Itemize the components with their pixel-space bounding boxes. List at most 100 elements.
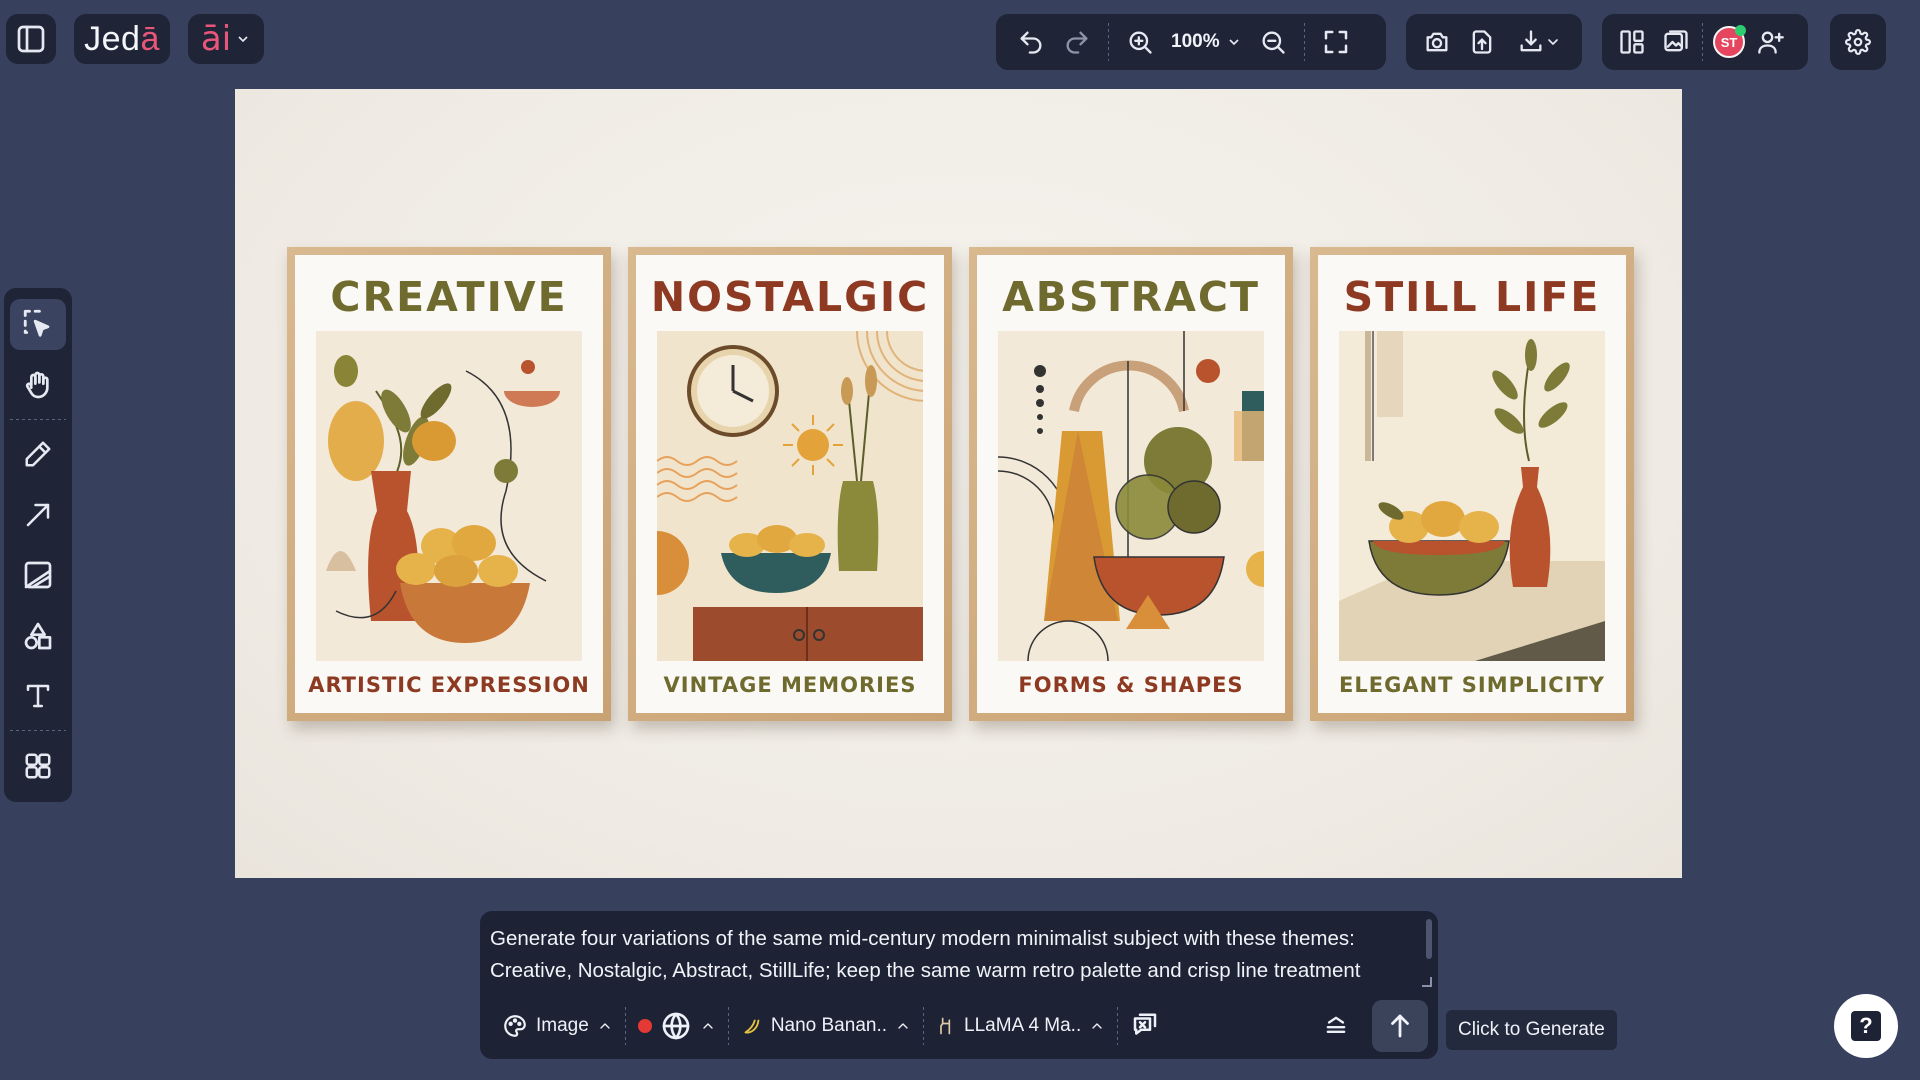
chat-bubble-icon (1134, 1013, 1157, 1035)
fullscreen-icon (1324, 30, 1347, 54)
generate-tooltip: Click to Generate (1446, 1010, 1617, 1050)
chevron-down-icon (238, 36, 248, 43)
image-gallery-icon (1664, 30, 1688, 52)
web-search-toggle[interactable] (626, 1005, 728, 1047)
download-icon (1520, 30, 1542, 52)
settings-button[interactable] (1830, 14, 1886, 70)
mode-selector[interactable]: Image (490, 1005, 625, 1047)
upload-button[interactable] (1459, 19, 1504, 65)
text-icon (26, 684, 50, 708)
help-button[interactable]: ? (1834, 994, 1898, 1058)
poster-subtitle: VINTAGE MEMORIES (663, 673, 917, 697)
select-tool[interactable] (10, 299, 66, 350)
prompt-textarea[interactable]: Generate four variations of the same mid… (490, 923, 1410, 987)
collaboration-toolbar: ST (1602, 14, 1808, 70)
zoom-out-button[interactable] (1250, 19, 1296, 65)
select-cursor-icon (23, 310, 50, 337)
poster-still-life[interactable]: STILL LIFE ELEGANT SIMPLICITY (1310, 247, 1634, 721)
file-upload-icon (1472, 30, 1492, 54)
download-button[interactable] (1505, 19, 1574, 65)
image-model-selector[interactable]: Nano Banan.. (729, 1005, 923, 1047)
fit-to-screen-button[interactable] (1313, 19, 1359, 65)
ai-label: āi (200, 19, 232, 59)
screenshot-button[interactable] (1414, 19, 1459, 65)
zoom-in-button[interactable] (1117, 19, 1163, 65)
help-icon: ? (1851, 1011, 1881, 1041)
text-model-label: LLaMA 4 Ma.. (964, 1015, 1082, 1036)
record-indicator (637, 1019, 652, 1033)
layout-button[interactable] (1610, 19, 1654, 65)
brand-accent: ā (140, 19, 160, 58)
resize-handle[interactable] (1422, 977, 1432, 987)
poster-subtitle: ELEGANT SIMPLICITY (1339, 673, 1605, 697)
divider (1303, 23, 1305, 61)
vase-lemons-illustration (316, 331, 582, 661)
sidebar-toggle-button[interactable] (6, 14, 56, 64)
poster-title: STILL LIFE (1343, 273, 1601, 321)
camera-icon (1426, 32, 1448, 52)
pencil-icon (25, 441, 51, 467)
zoom-in-icon (1129, 31, 1152, 54)
poster-subtitle: FORMS & SHAPES (1018, 673, 1244, 697)
shapes-tool[interactable] (10, 610, 66, 661)
user-avatar[interactable]: ST (1713, 25, 1746, 58)
poster-title: ABSTRACT (1002, 273, 1260, 321)
chevron-up-icon (600, 1023, 610, 1029)
text-tool[interactable] (10, 671, 66, 722)
chevron-down-icon (1548, 39, 1559, 45)
poster-title: NOSTALGIC (650, 273, 930, 321)
components-tool[interactable] (10, 740, 66, 791)
history-zoom-toolbar: 100% (996, 14, 1386, 70)
brand-name: Jedā (84, 19, 160, 58)
poster-abstract[interactable]: ABSTRACT FORMS & SHAPES (969, 247, 1293, 721)
poster-artwork (998, 331, 1264, 661)
undo-button[interactable] (1008, 19, 1054, 65)
tool-rail (4, 288, 72, 802)
chevron-up-icon (703, 1023, 713, 1029)
gear-icon (1845, 29, 1871, 55)
pan-tool[interactable] (10, 360, 66, 411)
add-collaborator-button[interactable] (1749, 19, 1793, 65)
arrow-icon (26, 503, 50, 526)
gallery-button[interactable] (1654, 19, 1698, 65)
online-status-indicator (1735, 25, 1746, 36)
poster-nostalgic[interactable]: NOSTALGIC VINTAGE MEMORIES (628, 247, 952, 721)
chat-history-button[interactable] (1118, 1005, 1172, 1047)
divider (10, 730, 66, 732)
expand-options-button[interactable] (1310, 1005, 1362, 1047)
canvas-artboard[interactable]: CREATIVE ARTISTIC EXPRESSION NOSTALGIC V… (235, 89, 1682, 878)
add-user-icon (1758, 31, 1784, 54)
poster-creative[interactable]: CREATIVE ARTISTIC EXPRESSION (287, 247, 611, 721)
chevron-down-icon (1229, 39, 1239, 46)
zoom-level-value: 100% (1171, 31, 1220, 52)
image-tool[interactable] (10, 550, 66, 601)
brand-logo[interactable]: Jedā (74, 14, 170, 64)
abstract-forms-illustration (998, 331, 1264, 661)
prompt-panel: Generate four variations of the same mid… (480, 911, 1438, 1059)
paint-palette-icon (504, 1015, 526, 1037)
llama-icon (940, 1017, 951, 1035)
text-model-selector[interactable]: LLaMA 4 Ma.. (924, 1005, 1117, 1047)
redo-button[interactable] (1054, 19, 1100, 65)
poster-artwork (1339, 331, 1605, 661)
prompt-scrollbar[interactable] (1426, 919, 1432, 959)
hand-icon (25, 371, 49, 399)
banana-icon (744, 1019, 760, 1034)
mode-label: Image (536, 1015, 589, 1036)
redo-icon (1066, 31, 1088, 54)
layout-panels-icon (1620, 30, 1644, 54)
chevron-up-icon (1092, 1023, 1102, 1029)
ai-menu-button[interactable]: āi (188, 14, 264, 64)
poster-title: CREATIVE (330, 273, 568, 321)
export-toolbar (1406, 14, 1582, 70)
generate-button[interactable] (1372, 1000, 1428, 1052)
image-model-label: Nano Banan.. (770, 1015, 888, 1036)
shapes-icon (24, 622, 52, 650)
chevron-up-icon (898, 1023, 908, 1029)
sidebar-panel-icon (17, 25, 45, 53)
stack-up-icon (1326, 1016, 1346, 1033)
zoom-level-dropdown[interactable]: 100% (1163, 31, 1250, 53)
pencil-tool[interactable] (10, 429, 66, 480)
arrow-tool[interactable] (10, 489, 66, 540)
image-frame-icon (24, 561, 52, 589)
